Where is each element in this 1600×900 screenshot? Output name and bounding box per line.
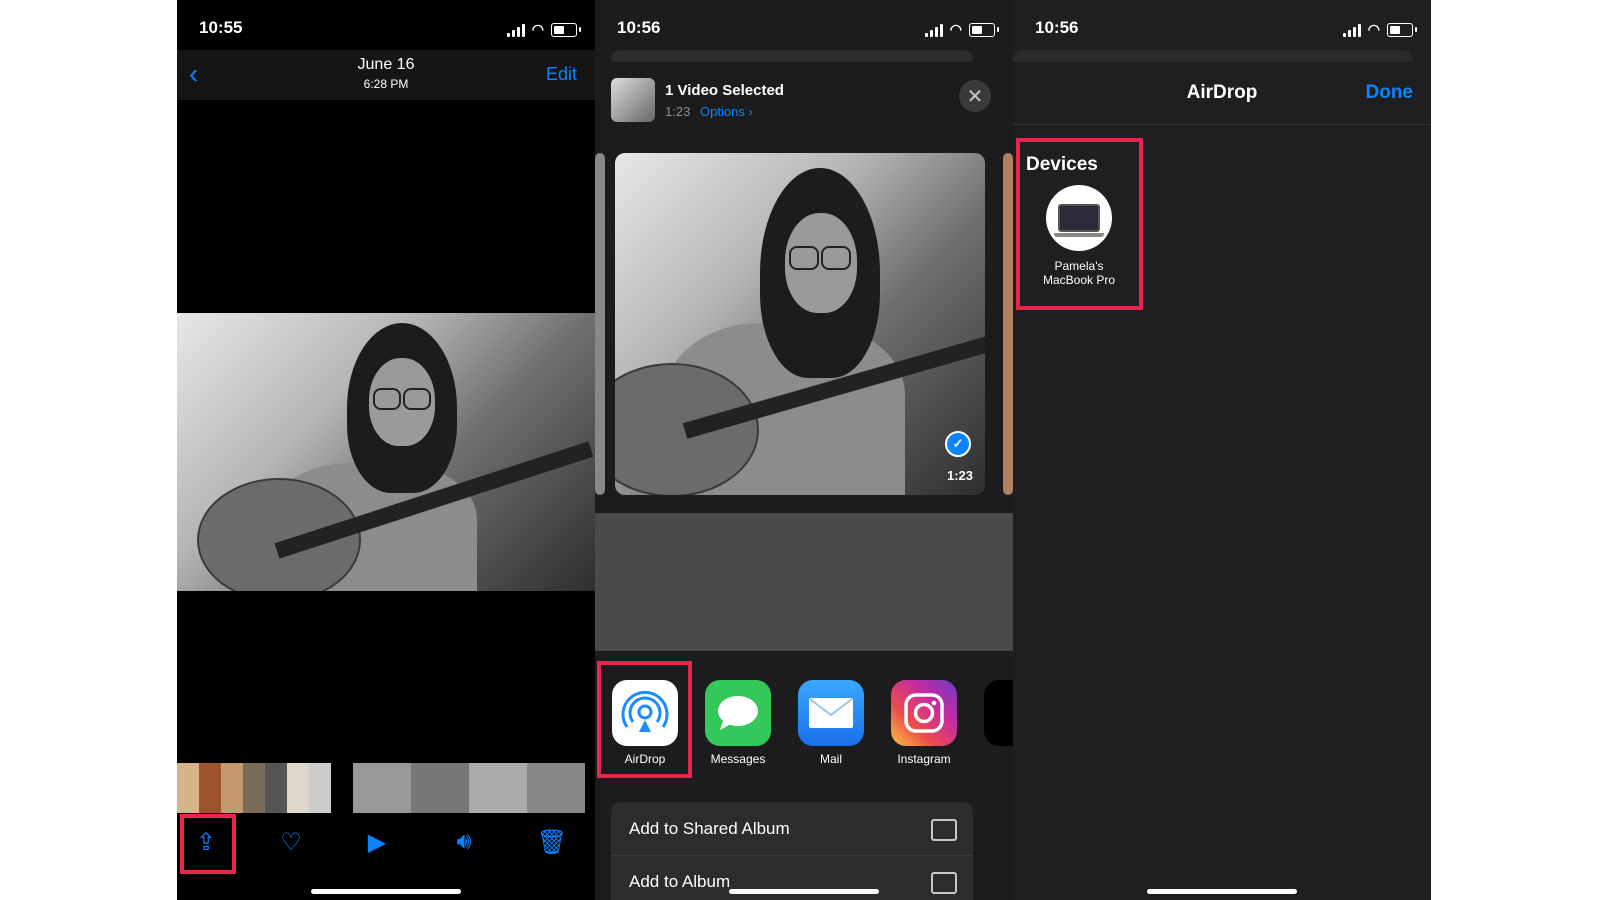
app-label: Instagram — [897, 752, 951, 766]
status-bar: 10:55 ◠ — [177, 18, 595, 42]
app-peek-icon — [984, 680, 1013, 746]
share-highlight-box — [180, 814, 236, 874]
airdrop-header: AirDrop Done — [1013, 62, 1431, 125]
video-duration: 1:23 — [946, 468, 973, 483]
share-sheet-screen: 10:56 ◠ 1 Video Selected 1:23 Options › … — [595, 0, 1013, 900]
airdrop-screen: 10:56 ◠ AirDrop Done Devices Pamela's Ma… — [1013, 0, 1431, 900]
photo-date: June 16 — [357, 56, 415, 73]
instagram-icon[interactable] — [891, 680, 957, 746]
home-indicator — [1147, 889, 1297, 894]
edit-button[interactable]: Edit — [546, 64, 577, 85]
photo-viewer-screen: 10:55 ◠ ‹ June 16 6:28 PM Edit ⇪ ♡ ▶ 🔊︎ … — [177, 0, 595, 900]
share-header: 1 Video Selected 1:23 Options › ✕ — [595, 62, 1013, 142]
airdrop-highlight-box — [597, 661, 692, 778]
status-bar: 10:56 ◠ — [595, 18, 1013, 42]
done-button[interactable]: Done — [1366, 82, 1414, 104]
more-app-peek[interactable] — [984, 680, 1013, 746]
action-label[interactable]: Add to Album — [629, 872, 730, 892]
mail-icon[interactable] — [798, 680, 864, 746]
thumbnail-strip[interactable] — [177, 763, 595, 813]
signal-icon — [1342, 23, 1361, 37]
home-indicator — [311, 889, 461, 894]
status-icons: ◠ — [1342, 21, 1417, 38]
status-icons: ◠ — [506, 21, 581, 38]
app-label: Mail — [819, 752, 842, 766]
app-label: Messages — [710, 752, 766, 766]
album-icon — [931, 872, 957, 894]
action-list: Add to Shared Album Add to Album — [611, 802, 973, 900]
close-icon: ✕ — [966, 85, 984, 108]
play-icon[interactable]: ▶ — [360, 825, 394, 859]
photo-time: 6:28 PM — [363, 77, 409, 91]
photo-toolbar: ⇪ ♡ ▶ 🔊︎ 🗑︎ — [177, 815, 595, 865]
next-item-peek — [1003, 153, 1013, 495]
home-indicator — [729, 889, 879, 894]
mail-app[interactable]: Mail — [798, 680, 864, 766]
battery-icon — [969, 22, 999, 37]
status-time: 10:56 — [1035, 18, 1079, 37]
instagram-app[interactable]: Instagram — [891, 680, 957, 766]
options-link[interactable]: Options › — [700, 104, 753, 119]
photo-nav-bar: ‹ June 16 6:28 PM Edit — [177, 50, 595, 100]
signal-icon — [924, 23, 943, 37]
status-bar: 10:56 ◠ — [1013, 18, 1431, 42]
messages-app[interactable]: Messages — [705, 680, 771, 766]
options-label[interactable]: Options — [700, 104, 745, 119]
wifi-icon: ◠ — [1367, 21, 1380, 37]
video-frame[interactable] — [177, 313, 595, 591]
battery-icon — [551, 22, 581, 37]
devices-highlight-box — [1016, 138, 1143, 310]
sheet-top-edge — [611, 50, 973, 62]
airdrop-suggestions-area — [595, 513, 1013, 651]
battery-icon — [1387, 22, 1417, 37]
selected-duration: 1:23 — [665, 104, 691, 119]
wifi-icon: ◠ — [531, 21, 544, 37]
speaker-icon[interactable]: 🔊︎ — [447, 825, 481, 859]
row-divider — [611, 855, 973, 856]
shared-album-icon — [931, 819, 957, 841]
status-time: 10:55 — [199, 18, 243, 37]
prev-item-peek — [595, 153, 605, 495]
video-preview[interactable]: ✓ 1:23 — [615, 153, 985, 495]
status-icons: ◠ — [924, 21, 999, 38]
heart-icon[interactable]: ♡ — [274, 825, 308, 859]
trash-icon[interactable]: 🗑︎ — [535, 825, 569, 859]
status-time: 10:56 — [617, 18, 661, 37]
checkmark-icon[interactable]: ✓ — [945, 431, 971, 457]
close-button[interactable]: ✕ — [959, 80, 991, 112]
action-label[interactable]: Add to Shared Album — [629, 819, 790, 839]
signal-icon — [506, 23, 525, 37]
messages-icon[interactable] — [705, 680, 771, 746]
wifi-icon: ◠ — [949, 21, 962, 37]
selected-thumbnail — [611, 78, 655, 122]
selected-count: 1 Video Selected — [665, 82, 784, 99]
chevron-right-icon: › — [748, 104, 753, 119]
sheet-top-edge — [1013, 50, 1413, 62]
